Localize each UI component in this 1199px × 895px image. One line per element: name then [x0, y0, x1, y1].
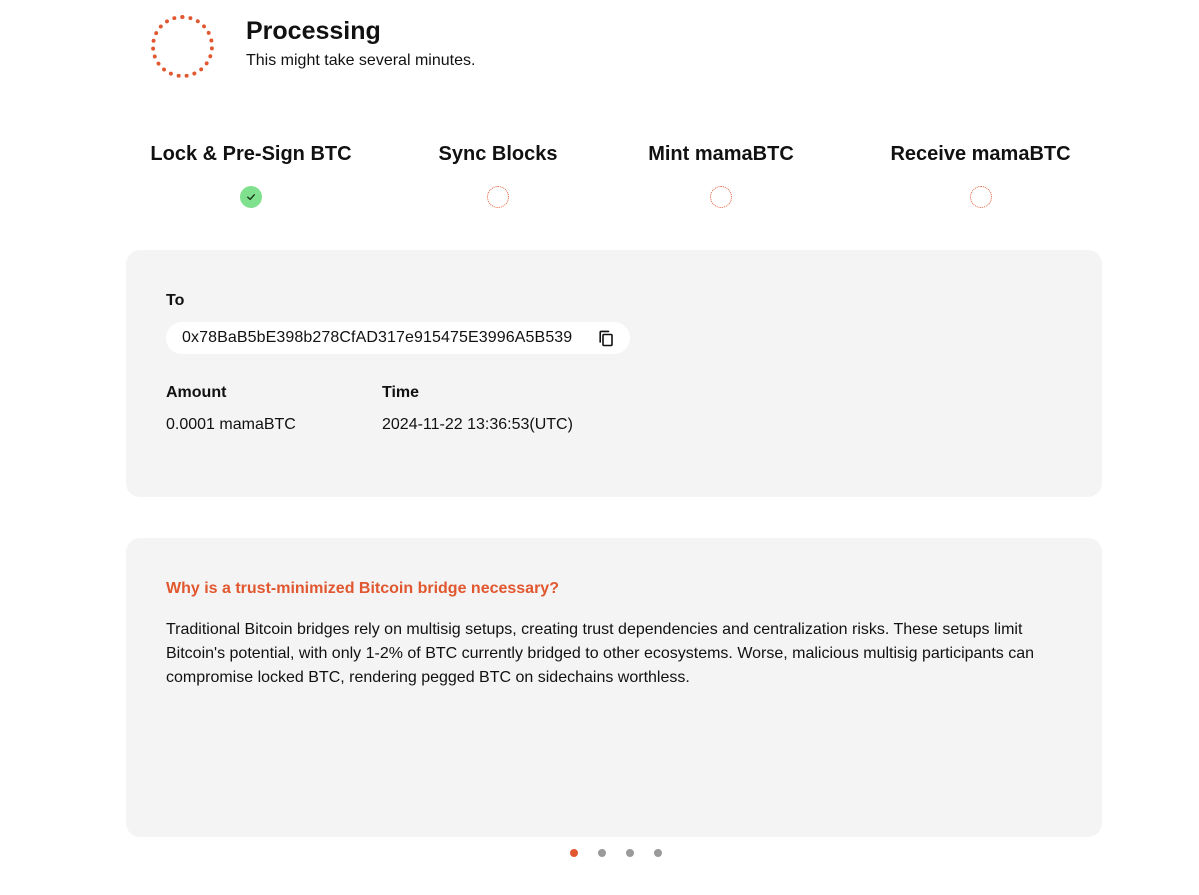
- step-label: Mint mamaBTC: [648, 143, 794, 165]
- step-mint-mamabtc: Mint mamaBTC: [642, 143, 800, 208]
- amount-value: 0.0001 mamaBTC: [166, 416, 296, 433]
- carousel-dot-3[interactable]: [626, 849, 634, 857]
- to-label: To: [166, 292, 185, 309]
- time-label: Time: [382, 384, 420, 401]
- pending-circle-icon: [969, 186, 992, 208]
- carousel-dot-1[interactable]: [570, 849, 578, 857]
- copy-icon[interactable]: [598, 330, 614, 347]
- carousel-dot-2[interactable]: [598, 849, 606, 857]
- step-label: Lock & Pre-Sign BTC: [150, 143, 352, 165]
- time-value: 2024-11-22 13:36:53(UTC): [382, 416, 573, 433]
- carousel-dot-4[interactable]: [654, 849, 662, 857]
- address-field: 0x78BaB5bE398b278CfAD317e915475E3996A5B5…: [166, 322, 630, 354]
- check-icon: [240, 186, 262, 208]
- loading-spinner-icon: [151, 15, 214, 78]
- status-subtitle: This might take several minutes.: [246, 52, 476, 69]
- step-lock-presign: Lock & Pre-Sign BTC: [149, 143, 353, 208]
- pending-circle-icon: [710, 186, 732, 208]
- step-sync-blocks: Sync Blocks: [438, 143, 558, 208]
- status-title: Processing: [246, 17, 381, 45]
- faq-question: Why is a trust-minimized Bitcoin bridge …: [166, 580, 559, 597]
- step-label: Sync Blocks: [438, 143, 558, 165]
- bridge-status-page: Processing This might take several minut…: [0, 0, 1199, 895]
- step-receive-mamabtc: Receive mamaBTC: [884, 143, 1077, 208]
- step-label: Receive mamaBTC: [890, 143, 1071, 165]
- info-carousel-card: Why is a trust-minimized Bitcoin bridge …: [126, 538, 1102, 837]
- transaction-details-card: To 0x78BaB5bE398b278CfAD317e915475E3996A…: [126, 250, 1102, 497]
- carousel-pagination: [570, 849, 662, 857]
- faq-answer: Traditional Bitcoin bridges rely on mult…: [166, 621, 1035, 686]
- to-address: 0x78BaB5bE398b278CfAD317e915475E3996A5B5…: [182, 329, 573, 346]
- pending-circle-icon: [487, 186, 509, 208]
- amount-label: Amount: [166, 384, 227, 401]
